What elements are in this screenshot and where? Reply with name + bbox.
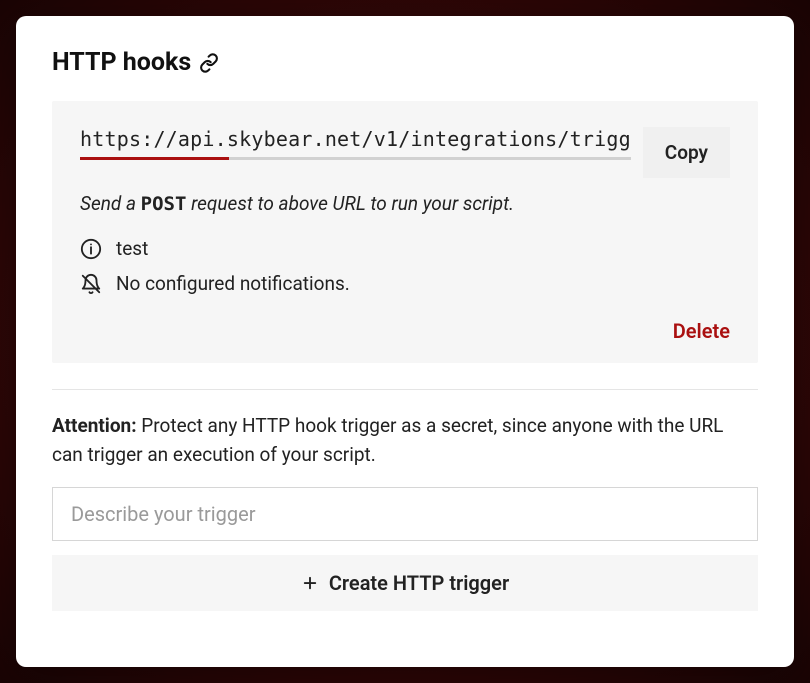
url-row: https://api.skybear.net/v1/integrations/… <box>80 127 730 178</box>
info-text: test <box>116 237 148 260</box>
section-title: HTTP hooks <box>52 48 758 77</box>
http-hooks-card: HTTP hooks https://api.skybear.net/v1/in… <box>16 16 794 667</box>
describe-trigger-input[interactable] <box>52 487 758 541</box>
attention-bold: Attention: <box>52 414 137 437</box>
hint-prefix: Send a <box>80 192 141 215</box>
delete-button[interactable]: Delete <box>673 319 730 343</box>
bell-off-icon <box>80 273 102 295</box>
divider <box>52 389 758 390</box>
trigger-url: https://api.skybear.net/v1/integrations/… <box>80 127 631 151</box>
info-icon <box>80 238 102 260</box>
notifications-text: No configured notifications. <box>116 272 350 295</box>
plus-icon <box>301 574 319 592</box>
hint-suffix: request to above URL to run your script. <box>186 192 514 215</box>
hint-line: Send a POST request to above URL to run … <box>80 192 730 215</box>
delete-row: Delete <box>80 319 730 343</box>
url-field[interactable]: https://api.skybear.net/v1/integrations/… <box>80 127 631 160</box>
attention-text: Attention: Protect any HTTP hook trigger… <box>52 412 758 469</box>
info-line: test <box>80 237 730 260</box>
hint-method: POST <box>141 193 187 215</box>
url-underline <box>80 157 631 160</box>
notifications-line: No configured notifications. <box>80 272 730 295</box>
create-http-trigger-button[interactable]: Create HTTP trigger <box>52 555 758 611</box>
link-icon <box>199 53 219 73</box>
hook-box: https://api.skybear.net/v1/integrations/… <box>52 101 758 363</box>
attention-body: Protect any HTTP hook trigger as a secre… <box>52 414 723 466</box>
create-btn-label: Create HTTP trigger <box>329 571 509 595</box>
copy-button[interactable]: Copy <box>643 127 730 178</box>
url-underline-fill <box>80 157 229 160</box>
section-title-text: HTTP hooks <box>52 48 191 77</box>
